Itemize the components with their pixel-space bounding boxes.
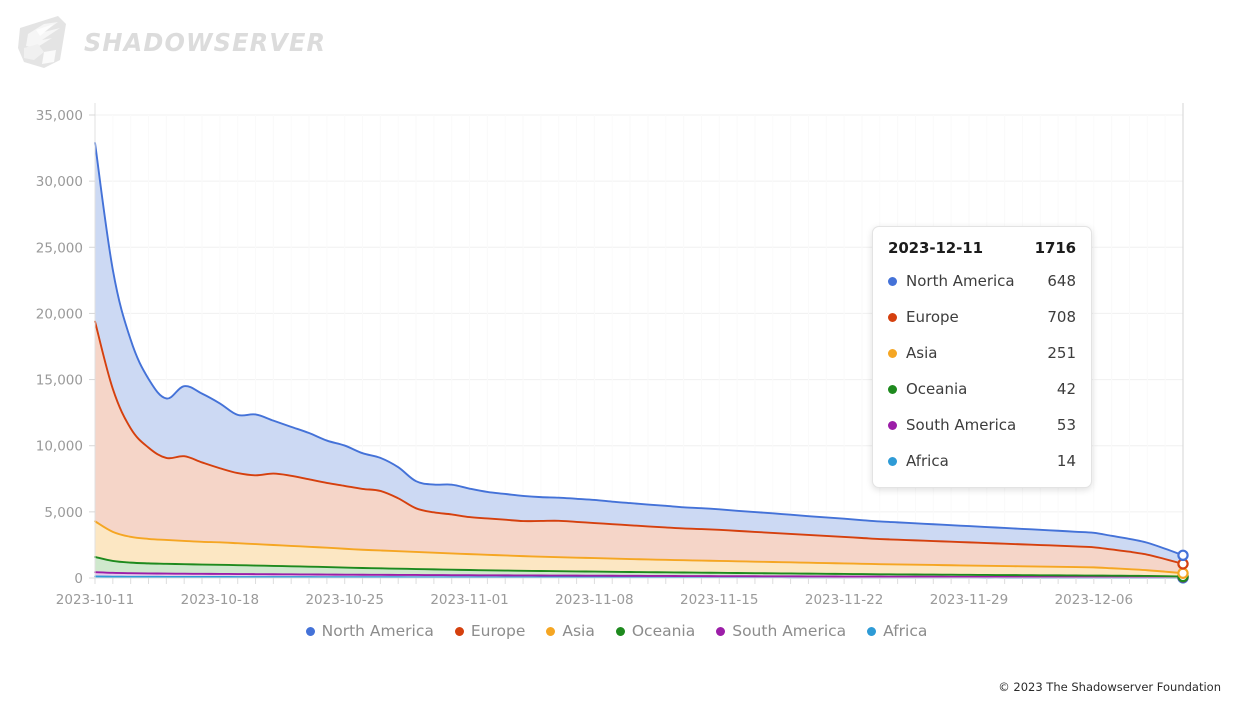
legend-item-europe[interactable]: Europe [454, 622, 526, 640]
y-axis-tick-label: 0 [74, 571, 83, 587]
y-axis-tick-label: 25,000 [36, 240, 83, 256]
x-axis-tick-label: 2023-11-15 [680, 592, 758, 608]
x-axis-tick-label: 2023-10-18 [181, 592, 259, 608]
tooltip-series-label: South America [906, 416, 1017, 434]
tooltip-row: Oceania 42 [888, 376, 1076, 402]
tooltip-date: 2023-12-11 [888, 239, 983, 257]
chart-page: SHADOWSERVER 0 5,000 10,000 15,000 20,000 25,… [0, 0, 1233, 703]
series-color-dot-icon [888, 276, 897, 286]
x-axis-tick-label: 2023-11-08 [555, 592, 633, 608]
x-axis-tick-label: 2023-11-01 [430, 592, 508, 608]
y-axis-tick-label: 20,000 [36, 306, 83, 322]
x-axis-tick-label: 2023-11-22 [805, 592, 883, 608]
legend-item-oceania[interactable]: Oceania [615, 622, 696, 640]
tooltip-rows: North America 648 Europe 708 Asia 251 Oceania 4… [888, 268, 1076, 474]
legend-color-dot-icon [305, 626, 315, 636]
legend-item-africa[interactable]: Africa [867, 622, 927, 640]
tooltip-series-value: 42 [1056, 380, 1076, 398]
tooltip-series-value: 708 [1047, 308, 1076, 326]
tooltip-series-label: Asia [906, 344, 938, 362]
legend-color-dot-icon [716, 626, 726, 636]
x-axis-tick-label: 2023-11-29 [930, 592, 1008, 608]
tooltip-series-value: 53 [1056, 416, 1076, 434]
copyright-notice: © 2023 The Shadowserver Foundation [998, 680, 1221, 694]
tooltip-header: 2023-12-11 1716 [888, 239, 1076, 257]
page-header: SHADOWSERVER [0, 0, 1233, 88]
series-color-dot-icon [888, 456, 897, 466]
legend-item-label: Oceania [631, 622, 696, 640]
tooltip-series-label: Oceania [906, 380, 968, 398]
legend-color-dot-icon [454, 626, 464, 636]
hover-markers [1177, 549, 1189, 584]
legend-color-dot-icon [615, 626, 625, 636]
y-axis-tick-label: 5,000 [44, 505, 83, 521]
chart-tooltip: 2023-12-11 1716 North America 648 Europe 70… [872, 226, 1092, 488]
x-axis-tick-label: 2023-10-11 [56, 592, 134, 608]
tooltip-series-label: North America [906, 272, 1015, 290]
chart-legend: North America Europe Asia Oceania South Amer… [0, 622, 1233, 640]
legend-item-south-america[interactable]: South America [716, 622, 846, 640]
tooltip-series-label: Africa [906, 452, 949, 470]
legend-color-dot-icon [546, 626, 556, 636]
legend-item-label: South America [732, 622, 847, 640]
x-axis-tick-label: 2023-10-25 [305, 592, 383, 608]
legend-item-label: Europe [470, 622, 526, 640]
tooltip-series-value: 648 [1047, 272, 1076, 290]
series-color-dot-icon [888, 420, 897, 430]
tooltip-row: Europe 708 [888, 304, 1076, 330]
series-color-dot-icon [888, 348, 897, 358]
brand-name: SHADOWSERVER [84, 27, 327, 57]
legend-item-asia[interactable]: Asia [546, 622, 595, 640]
legend-color-dot-icon [867, 626, 877, 636]
tooltip-series-value: 14 [1056, 452, 1076, 470]
series-color-dot-icon [888, 312, 897, 322]
y-axis-tick-label: 10,000 [36, 439, 83, 455]
tooltip-row: North America 648 [888, 268, 1076, 294]
legend-item-label: Asia [562, 622, 595, 640]
x-axis-tick-label: 2023-12-06 [1055, 592, 1133, 608]
y-axis-tick-label: 15,000 [36, 373, 83, 389]
y-axis-labels: 0 5,000 10,000 15,000 20,000 25,000 30,000 35,0… [36, 108, 83, 587]
tooltip-row: Africa 14 [888, 448, 1076, 474]
legend-item-label: North America [321, 622, 434, 640]
tooltip-series-value: 251 [1047, 344, 1076, 362]
tooltip-total: 1716 [1034, 239, 1076, 257]
y-axis-tick-label: 30,000 [36, 174, 83, 190]
y-axis-tick-label: 35,000 [36, 108, 83, 124]
tooltip-row: South America 53 [888, 412, 1076, 438]
brand-logo: SHADOWSERVER [14, 14, 336, 70]
shadowserver-eagle-logo-icon [18, 16, 66, 68]
legend-item-north-america[interactable]: North America [305, 622, 434, 640]
legend-item-label: Africa [883, 622, 928, 640]
series-color-dot-icon [888, 384, 897, 394]
tooltip-series-label: Europe [906, 308, 959, 326]
tooltip-row: Asia 251 [888, 340, 1076, 366]
x-axis-labels: 2023-10-11 2023-10-18 2023-10-25 2023-11-01… [56, 592, 1133, 608]
